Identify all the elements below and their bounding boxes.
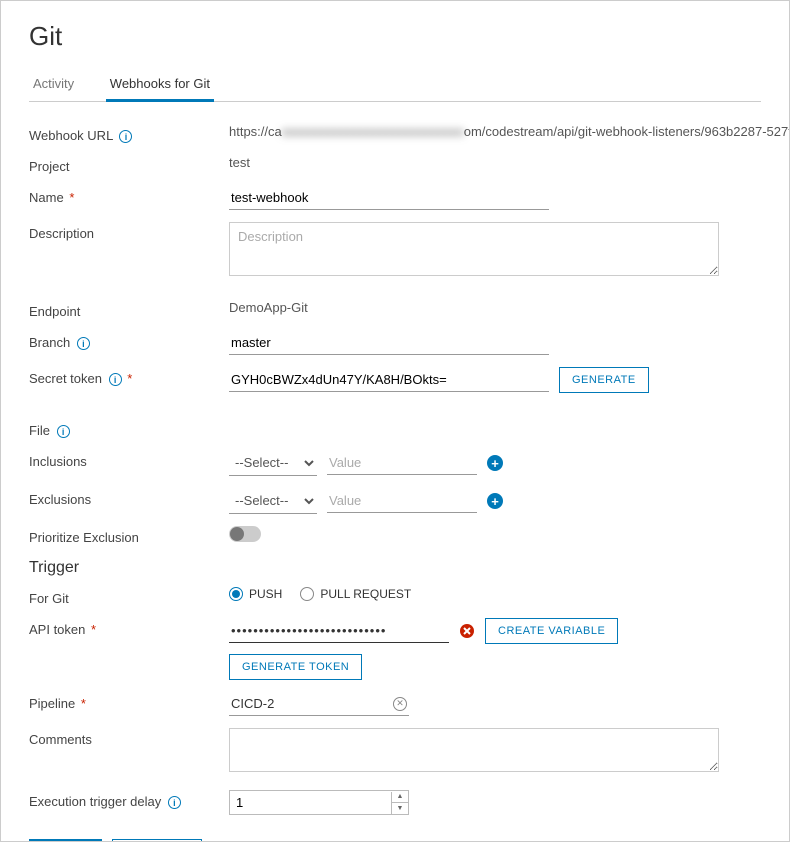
name-input[interactable] xyxy=(229,186,549,210)
tab-bar: Activity Webhooks for Git xyxy=(29,68,761,102)
api-token-label: API token xyxy=(29,622,85,637)
comments-label: Comments xyxy=(29,728,229,747)
endpoint-value: DemoApp-Git xyxy=(229,300,761,315)
info-icon[interactable]: i xyxy=(57,425,70,438)
exclusions-select[interactable]: --Select-- xyxy=(229,488,317,514)
prioritize-label: Prioritize Exclusion xyxy=(29,526,229,545)
add-exclusion-icon[interactable]: + xyxy=(487,493,503,509)
info-icon[interactable]: i xyxy=(119,130,132,143)
secret-token-label: Secret token xyxy=(29,371,102,386)
clear-icon[interactable]: ✕ xyxy=(393,697,407,711)
required-marker: * xyxy=(69,190,74,205)
inclusions-label: Inclusions xyxy=(29,450,229,469)
inclusions-select[interactable]: --Select-- xyxy=(229,450,317,476)
pipeline-label: Pipeline xyxy=(29,696,75,711)
pull-request-radio-label: PULL REQUEST xyxy=(320,587,411,601)
required-marker: * xyxy=(91,622,96,637)
inclusions-value-input[interactable] xyxy=(327,451,477,475)
webhook-url-label: Webhook URL xyxy=(29,128,113,143)
api-token-input[interactable]: •••••••••••••••••••••••••••• xyxy=(229,619,449,643)
required-marker: * xyxy=(81,696,86,711)
generate-token-button[interactable]: GENERATE TOKEN xyxy=(229,654,362,680)
tab-webhooks[interactable]: Webhooks for Git xyxy=(106,68,214,102)
stepper-up-icon[interactable]: ▲ xyxy=(392,792,408,803)
delay-stepper[interactable]: ▲ ▼ xyxy=(391,792,408,814)
name-label: Name xyxy=(29,190,64,205)
delay-label: Execution trigger delay xyxy=(29,794,161,809)
branch-input[interactable] xyxy=(229,331,549,355)
generate-button[interactable]: GENERATE xyxy=(559,367,649,393)
info-icon[interactable]: i xyxy=(109,373,122,386)
push-radio[interactable] xyxy=(229,587,243,601)
exclusions-value-input[interactable] xyxy=(327,489,477,513)
exclusions-label: Exclusions xyxy=(29,488,229,507)
required-marker: * xyxy=(127,371,132,386)
secret-token-input[interactable] xyxy=(229,368,549,392)
error-icon xyxy=(459,623,475,639)
trigger-heading: Trigger xyxy=(29,559,761,577)
add-inclusion-icon[interactable]: + xyxy=(487,455,503,471)
create-variable-button[interactable]: CREATE VARIABLE xyxy=(485,618,618,644)
info-icon[interactable]: i xyxy=(77,337,90,350)
for-git-label: For Git xyxy=(29,587,229,606)
pipeline-input[interactable]: CICD-2 ✕ xyxy=(229,692,409,716)
comments-textarea[interactable] xyxy=(229,728,719,772)
push-radio-label: PUSH xyxy=(249,587,282,601)
tab-activity[interactable]: Activity xyxy=(29,68,78,99)
info-icon[interactable]: i xyxy=(168,796,181,809)
stepper-down-icon[interactable]: ▼ xyxy=(392,803,408,814)
pull-request-radio[interactable] xyxy=(300,587,314,601)
description-textarea[interactable] xyxy=(229,222,719,276)
file-label: File xyxy=(29,423,50,438)
prioritize-toggle[interactable] xyxy=(229,526,261,542)
project-value: test xyxy=(229,155,761,170)
page-title: Git xyxy=(29,21,761,52)
project-label: Project xyxy=(29,155,229,174)
branch-label: Branch xyxy=(29,335,70,350)
endpoint-label: Endpoint xyxy=(29,300,229,319)
description-label: Description xyxy=(29,222,229,241)
delay-input[interactable] xyxy=(230,791,391,814)
webhook-url-value: https://caxxxxxxxxxxxxxxxxxxxxxxxxxxxxom… xyxy=(229,124,790,139)
